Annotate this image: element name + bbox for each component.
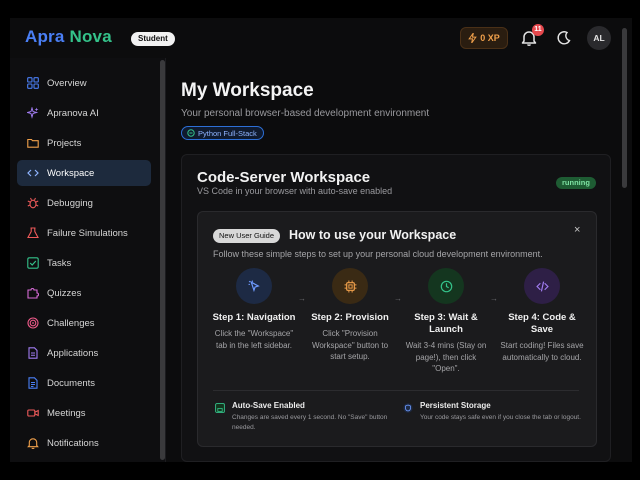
guide-title: How to use your Workspace (289, 228, 457, 242)
python-icon (187, 129, 195, 137)
sidebar-item-meetings[interactable]: Meetings (17, 400, 151, 426)
sidebar-item-label: Apranova AI (47, 107, 99, 119)
top-header: Apra Nova Student 0 XP 11 AL (10, 18, 632, 188)
status-badge: running (556, 177, 596, 189)
main-content: My Workspace Your personal browser-based… (166, 58, 632, 462)
target-icon (26, 316, 40, 330)
sidebar-item-tasks[interactable]: Tasks (17, 250, 151, 276)
step-navigation: Step 1: Navigation Click the "Workspace"… (211, 268, 297, 351)
sidebar-item-label: Applications (47, 347, 99, 359)
sidebar-item-workspace[interactable]: Workspace (17, 160, 151, 186)
workspace-card: Code-Server Workspace VS Code in your br… (181, 154, 611, 462)
shield-icon (403, 403, 413, 413)
step-description: Wait 3-4 mins (Stay on page!), then clic… (405, 341, 487, 373)
workspace-title: Code-Server Workspace (197, 169, 371, 186)
folder-icon (26, 136, 40, 150)
step-code-save: Step 4: Code & Save Start coding! Files … (499, 268, 585, 363)
user-guide-panel: New User Guide How to use your Workspace… (197, 211, 597, 447)
chip-icon (332, 268, 368, 304)
app-frame: Apra Nova Student 0 XP 11 AL Overview Ap… (10, 18, 632, 462)
sidebar-item-apranova-ai[interactable]: Apranova AI (17, 100, 151, 126)
stack-label: Python Full-Stack (198, 128, 257, 138)
sidebar-item-quizzes[interactable]: Quizzes (17, 280, 151, 306)
notification-count-badge: 11 (532, 24, 544, 36)
save-icon (215, 403, 225, 413)
sidebar-item-label: Failure Simulations (47, 227, 128, 239)
code-icon (26, 166, 40, 180)
sidebar-item-projects[interactable]: Projects (17, 130, 151, 156)
sidebar-item-label: Projects (47, 137, 82, 149)
step-title: Step 2: Provision (311, 312, 389, 323)
workspace-subtitle: VS Code in your browser with auto-save e… (197, 186, 393, 196)
sidebar-item-notifications[interactable]: Notifications (17, 430, 151, 456)
logo-text-apra: Apra (25, 27, 65, 46)
lightning-icon (468, 33, 478, 43)
sidebar-item-label: Challenges (47, 317, 95, 329)
step-description: Click the "Workspace" tab in the left si… (214, 329, 294, 350)
sidebar-item-applications[interactable]: Applications (17, 340, 151, 366)
bug-icon (26, 196, 40, 210)
feature-title: Persistent Storage (420, 401, 491, 410)
step-title: Step 4: Code & Save (508, 312, 576, 335)
step-arrow: → (394, 294, 402, 303)
sparkles-icon (26, 106, 40, 120)
sidebar-item-documents[interactable]: Documents (17, 370, 151, 396)
sidebar-item-overview[interactable]: Overview (17, 70, 151, 96)
logo-text-nova: Nova (69, 27, 112, 46)
feature-description: Changes are saved every 1 second. No "Sa… (232, 414, 388, 431)
clock-icon (428, 268, 464, 304)
step-arrow: → (490, 294, 498, 303)
cursor-icon (236, 268, 272, 304)
sidebar-item-label: Tasks (47, 257, 72, 269)
moon-icon[interactable] (554, 28, 574, 48)
stack-badge: Python Full-Stack (181, 126, 264, 140)
sidebar-item-label: Documents (47, 377, 96, 389)
step-description: Click "Provision Workspace" button to st… (311, 329, 389, 361)
user-avatar[interactable]: AL (587, 26, 611, 50)
flask-icon (26, 226, 40, 240)
checkbox-icon (26, 256, 40, 270)
sidebar-item-label: Overview (47, 77, 87, 89)
guide-description: Follow these simple steps to set up your… (213, 249, 543, 259)
feature-description: Your code stays safe even if you close t… (420, 414, 581, 421)
guide-badge: New User Guide (213, 229, 281, 243)
sidebar-item-challenges[interactable]: Challenges (17, 310, 151, 336)
sidebar-item-label: Workspace (47, 167, 95, 179)
app-logo[interactable]: Apra Nova (25, 27, 112, 47)
page-subtitle: Your personal browser-based development … (181, 108, 430, 119)
sidebar-scrollbar[interactable] (160, 60, 165, 460)
sidebar-item-label: Notifications (47, 437, 99, 449)
role-badge: Student (131, 32, 175, 46)
page-title: My Workspace (181, 80, 314, 101)
xp-button[interactable]: 0 XP (460, 27, 508, 49)
sidebar-item-label: Quizzes (47, 287, 82, 299)
step-description: Start coding! Files save automatically t… (500, 341, 584, 362)
divider (213, 390, 579, 391)
sidebar-item-label: Debugging (47, 197, 93, 209)
sidebar: Overview Apranova AI Projects Workspace … (10, 58, 166, 462)
grid-icon (26, 76, 40, 90)
sidebar-item-debugging[interactable]: Debugging (17, 190, 151, 216)
file-icon (26, 376, 40, 390)
document-icon (26, 346, 40, 360)
step-wait-launch: Step 3: Wait & Launch Wait 3-4 mins (Sta… (403, 268, 489, 375)
step-title: Step 3: Wait & Launch (414, 312, 478, 335)
step-title: Step 1: Navigation (212, 312, 296, 323)
sidebar-item-label: Meetings (47, 407, 86, 419)
feature-title: Auto-Save Enabled (232, 401, 305, 410)
video-icon (26, 406, 40, 420)
step-provision: Step 2: Provision Click "Provision Works… (307, 268, 393, 363)
sidebar-item-failure-simulations[interactable]: Failure Simulations (17, 220, 151, 246)
code-icon (524, 268, 560, 304)
step-arrow: → (298, 294, 306, 303)
xp-value: 0 XP (480, 33, 500, 43)
puzzle-icon (26, 286, 40, 300)
bell-icon (26, 436, 40, 450)
close-icon[interactable]: × (574, 224, 580, 236)
